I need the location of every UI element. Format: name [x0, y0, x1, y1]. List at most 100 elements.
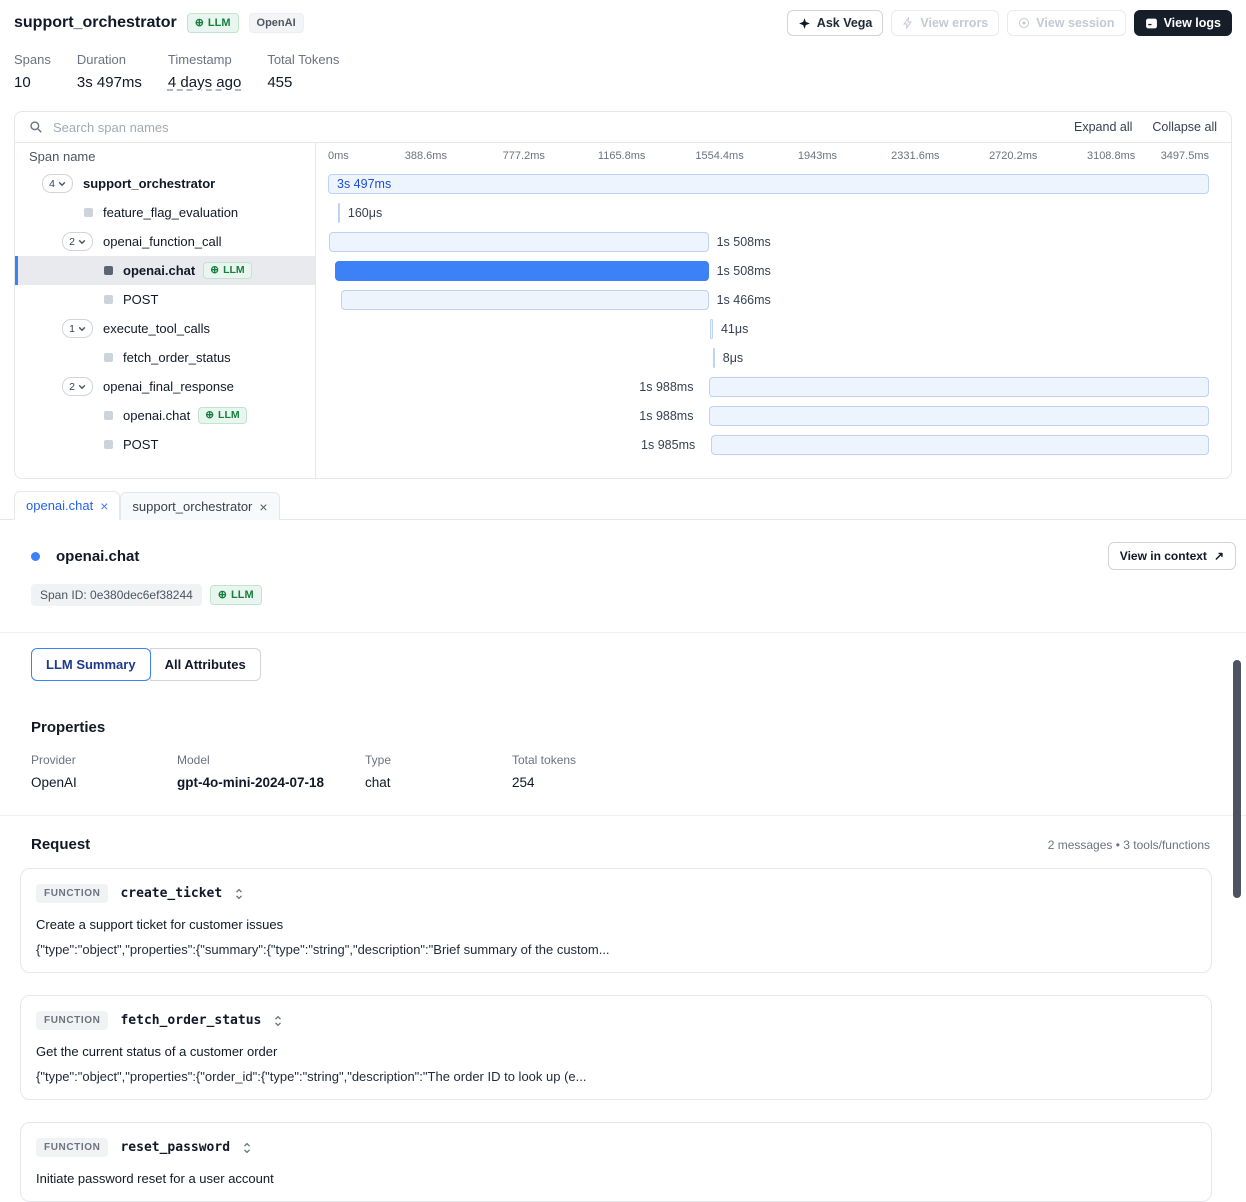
span-tab-label: openai.chat — [26, 498, 93, 513]
span-leaf-icon — [104, 266, 113, 275]
time-tick-label: 0ms — [328, 150, 349, 162]
expand-collapse-links: Expand all Collapse all — [1074, 120, 1217, 134]
span-tree-row[interactable]: POST — [15, 285, 315, 314]
span-timeline-row: 3s 497ms — [316, 169, 1231, 198]
span-duration-label: 1s 508ms — [717, 264, 771, 278]
view-session-button[interactable]: View session — [1007, 10, 1125, 36]
close-icon[interactable]: × — [100, 499, 108, 513]
span-timeline-row: 1s 985ms — [316, 430, 1231, 459]
span-duration-bar[interactable] — [335, 261, 709, 281]
property-value: 254 — [512, 775, 576, 790]
expand-collapse-icon[interactable] — [242, 1141, 252, 1155]
span-duration-bar[interactable] — [329, 232, 709, 252]
ask-vega-button[interactable]: Ask Vega — [787, 10, 884, 36]
stat-item: Timestamp 4 days ago — [168, 52, 241, 91]
span-tree-row[interactable]: fetch_order_status — [15, 343, 315, 372]
function-name: create_ticket — [120, 886, 222, 901]
collapse-all-button[interactable]: Collapse all — [1152, 120, 1217, 134]
waterfall-panel: Expand all Collapse all Span name 4 supp… — [14, 111, 1232, 479]
search-input[interactable] — [51, 119, 375, 136]
span-tree-row[interactable]: 4 support_orchestrator — [15, 169, 315, 198]
span-meta-badges: Span ID: 0e380dec6ef38244 ⊕LLM — [0, 570, 1246, 606]
function-card[interactable]: FUNCTION create_ticket Create a support … — [20, 868, 1212, 973]
function-tag: FUNCTION — [36, 884, 108, 903]
span-tree-row[interactable]: openai.chat ⊕LLM — [15, 401, 315, 430]
tree-row-gutter — [81, 440, 123, 449]
view-errors-button[interactable]: View errors — [891, 10, 999, 36]
span-name-label: openai_final_response — [103, 379, 234, 394]
llm-icon: ⊕ — [218, 588, 227, 602]
detail-tabs: openai.chat × support_orchestrator × — [0, 491, 1246, 520]
span-tree-row[interactable]: POST — [15, 430, 315, 459]
session-icon — [1018, 17, 1030, 29]
timeline-column: 0ms388.6ms777.2ms1165.8ms1554.4ms1943ms2… — [316, 143, 1231, 478]
stat-value: 10 — [14, 74, 51, 91]
span-duration-bar[interactable] — [709, 406, 1209, 426]
properties-grid: Provider OpenAI Model gpt-4o-mini-2024-0… — [0, 736, 1246, 790]
llm-badge: ⊕LLM — [203, 262, 251, 280]
expand-all-button[interactable]: Expand all — [1074, 120, 1132, 134]
span-tree-row[interactable]: openai.chat ⊕LLM — [15, 256, 315, 285]
span-search[interactable] — [29, 119, 375, 136]
span-tree-row[interactable]: 2 openai_function_call — [15, 227, 315, 256]
span-duration-label: 1s 988ms — [639, 409, 693, 423]
span-detail-title: openai.chat — [56, 548, 139, 565]
view-logs-button[interactable]: View logs — [1134, 10, 1232, 36]
span-tab[interactable]: openai.chat × — [14, 491, 120, 520]
function-card-header: FUNCTION create_ticket — [36, 884, 1196, 903]
function-description: Get the current status of a customer ord… — [36, 1044, 1196, 1059]
stat-value[interactable]: 4 days ago — [168, 74, 241, 91]
stat-value: 455 — [267, 74, 339, 91]
span-timeline-row: 8μs — [316, 343, 1231, 372]
tree-row-gutter: 2 — [61, 377, 103, 396]
span-tab-label: support_orchestrator — [132, 499, 252, 514]
time-axis: 0ms388.6ms777.2ms1165.8ms1554.4ms1943ms2… — [328, 143, 1209, 169]
scrollbar-thumb[interactable] — [1233, 660, 1241, 898]
collapse-toggle[interactable]: 4 — [42, 174, 73, 193]
tree-row-gutter — [81, 295, 123, 304]
stat-value: 3s 497ms — [77, 74, 142, 91]
span-tree-column: Span name 4 support_orchestrator feature… — [15, 143, 316, 478]
waterfall-body: Span name 4 support_orchestrator feature… — [15, 143, 1231, 478]
span-duration-bar[interactable]: 3s 497ms — [328, 174, 1209, 194]
stat-label: Duration — [77, 52, 142, 67]
stat-label: Total Tokens — [267, 52, 339, 67]
tab-llm-summary[interactable]: LLM Summary — [31, 648, 151, 681]
span-duration-bar[interactable] — [341, 290, 708, 310]
span-tree-row[interactable]: 1 execute_tool_calls — [15, 314, 315, 343]
timeline-track: 1s 988ms — [328, 401, 1209, 430]
span-duration-bar[interactable] — [713, 348, 715, 368]
span-duration-bar[interactable] — [711, 435, 1209, 455]
tree-row-gutter — [81, 266, 123, 275]
view-in-context-button[interactable]: View in context ↗ — [1108, 542, 1236, 570]
span-tree-row[interactable]: feature_flag_evaluation — [15, 198, 315, 227]
tree-row-gutter — [81, 353, 123, 362]
time-tick-label: 388.6ms — [405, 150, 447, 162]
span-tree-row[interactable]: 2 openai_final_response — [15, 372, 315, 401]
span-duration-bar[interactable] — [709, 377, 1209, 397]
close-icon[interactable]: × — [259, 500, 267, 514]
stat-item: Total Tokens 455 — [267, 52, 339, 91]
span-duration-bar[interactable] — [710, 319, 713, 339]
request-header: Request 2 messages • 3 tools/functions — [0, 816, 1246, 853]
span-name-label: fetch_order_status — [123, 350, 231, 365]
section-divider — [0, 632, 1246, 633]
span-name-label: POST — [123, 292, 158, 307]
span-tab[interactable]: support_orchestrator × — [120, 492, 279, 520]
time-tick-label: 1943ms — [798, 150, 837, 162]
collapse-toggle[interactable]: 1 — [62, 319, 93, 338]
property-label: Provider — [31, 753, 177, 767]
tab-all-attributes[interactable]: All Attributes — [150, 648, 261, 681]
expand-collapse-icon[interactable] — [273, 1014, 283, 1028]
collapse-toggle[interactable]: 2 — [62, 232, 93, 251]
function-card[interactable]: FUNCTION reset_password Initiate passwor… — [20, 1122, 1212, 1202]
timeline-track: 1s 985ms — [328, 430, 1209, 459]
tree-row-gutter — [81, 411, 123, 420]
function-card[interactable]: FUNCTION fetch_order_status Get the curr… — [20, 995, 1212, 1100]
properties-heading: Properties — [31, 719, 1246, 736]
expand-collapse-icon[interactable] — [234, 887, 244, 901]
trace-header: support_orchestrator ⊕LLM OpenAI Ask Veg… — [0, 0, 1246, 36]
chevron-down-icon — [78, 326, 86, 332]
collapse-toggle[interactable]: 2 — [62, 377, 93, 396]
span-duration-bar[interactable] — [338, 203, 340, 223]
